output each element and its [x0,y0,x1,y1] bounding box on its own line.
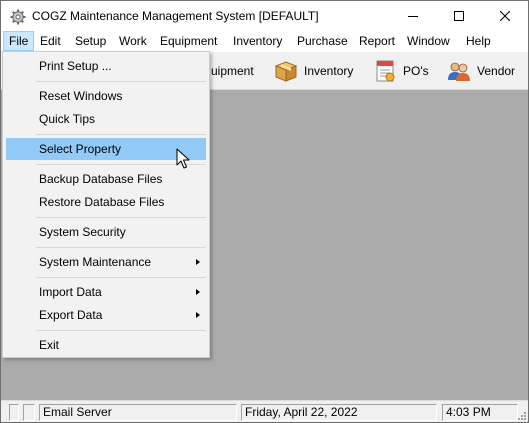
submenu-arrow-icon [196,259,200,265]
toolbar-vendor-label: Vendor [477,64,516,78]
menu-inventory[interactable]: Inventory [228,31,287,51]
toolbar-equipment-label: uipment [211,64,254,78]
menu-separator [36,217,206,218]
menu-item-import-data-label: Import Data [39,285,102,299]
status-date: Friday, April 22, 2022 [241,404,437,421]
menu-item-system-maintenance-label: System Maintenance [39,255,152,269]
status-email-server: Email Server [39,404,237,421]
menu-item-backup-database[interactable]: Backup Database Files [6,168,206,190]
close-button[interactable] [482,1,528,31]
maximize-icon [454,11,464,21]
menu-separator [36,330,206,331]
mouse-pointer-icon [176,148,190,169]
toolbar-pos-button[interactable]: PO's [372,52,429,90]
menu-file[interactable]: File [3,31,35,51]
status-time: 4:03 PM [442,404,518,421]
menu-separator [36,247,206,248]
menu-separator [36,277,206,278]
menu-equipment[interactable]: Equipment [155,31,222,51]
menu-item-system-security[interactable]: System Security [6,221,206,243]
toolbar-vendor-button[interactable]: Vendor [446,52,515,90]
minimize-button[interactable] [390,1,436,31]
purchase-order-icon [376,60,395,82]
menu-work[interactable]: Work [114,31,152,51]
resize-grip-icon[interactable] [516,410,526,420]
submenu-arrow-icon [196,289,200,295]
toolbar-inventory-label: Inventory [304,64,354,78]
title-bar[interactable]: COGZ Maintenance Management System [DEFA… [1,1,528,31]
toolbar-pos-label: PO's [403,64,429,78]
status-pane-1 [9,404,19,421]
menu-help[interactable]: Help [461,31,496,51]
menu-separator [36,134,206,135]
menu-item-quick-tips[interactable]: Quick Tips [6,108,206,130]
menu-item-system-maintenance[interactable]: System Maintenance [6,251,206,273]
menu-report[interactable]: Report [354,31,400,51]
submenu-arrow-icon [196,312,200,318]
menu-bar: File Edit Setup Work Equipment Inventory… [1,31,528,51]
maximize-button[interactable] [436,1,482,31]
menu-separator [36,81,206,82]
menu-item-export-data[interactable]: Export Data [6,304,206,326]
menu-window[interactable]: Window [402,31,455,51]
menu-item-restore-database[interactable]: Restore Database Files [6,191,206,213]
menu-item-import-data[interactable]: Import Data [6,281,206,303]
status-pane-2 [23,404,35,421]
toolbar-inventory-button[interactable]: Inventory [273,52,353,90]
close-icon [500,11,510,21]
menu-item-print-setup[interactable]: Print Setup ... [6,55,206,77]
toolbar-equipment-button[interactable]: uipment [211,52,254,90]
minimize-icon [408,16,418,17]
gear-icon [10,9,26,25]
vendor-people-icon [448,62,470,81]
menu-purchase[interactable]: Purchase [292,31,353,51]
menu-item-exit[interactable]: Exit [6,334,206,356]
box-icon [274,61,298,82]
app-window: COGZ Maintenance Management System [DEFA… [0,0,529,423]
menu-edit[interactable]: Edit [35,31,66,51]
menu-item-export-data-label: Export Data [39,308,103,322]
menu-setup[interactable]: Setup [70,31,111,51]
window-title: COGZ Maintenance Management System [DEFA… [32,9,319,23]
file-menu-dropdown: Print Setup ... Reset Windows Quick Tips… [2,51,210,358]
menu-item-reset-windows[interactable]: Reset Windows [6,85,206,107]
status-bar: Email Server Friday, April 22, 2022 4:03… [1,400,528,422]
